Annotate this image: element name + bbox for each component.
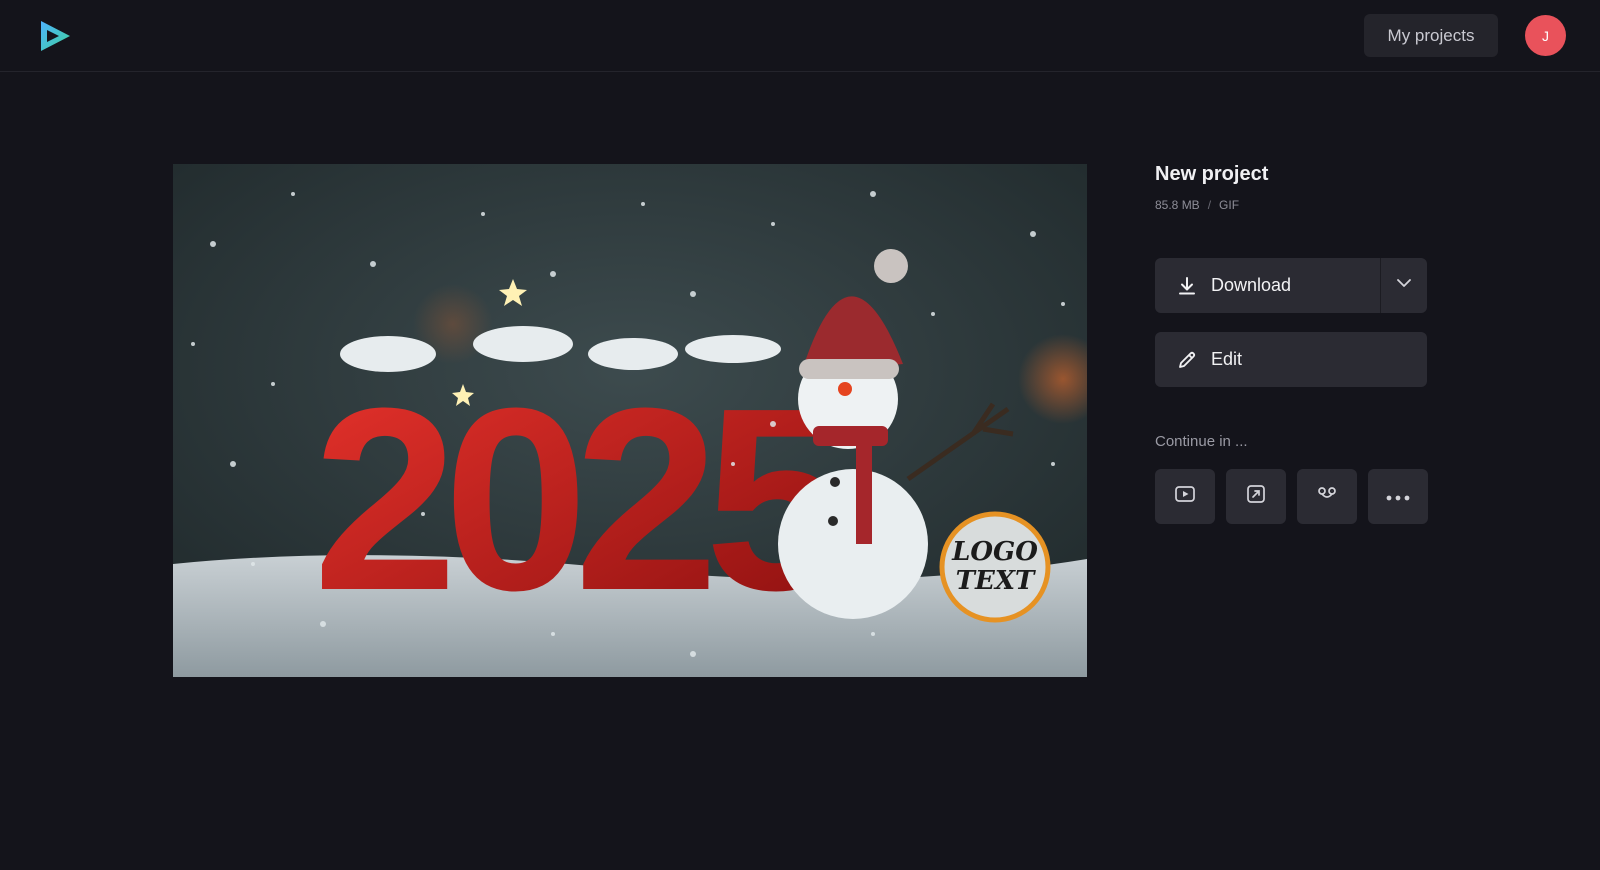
chevron-down-icon xyxy=(1396,275,1412,296)
avatar[interactable]: J xyxy=(1525,15,1566,56)
edit-button[interactable]: Edit xyxy=(1155,332,1427,387)
meta-separator: / xyxy=(1207,198,1212,212)
logo-text-line2: TEXT xyxy=(956,566,1036,596)
download-options-dropdown[interactable] xyxy=(1381,258,1427,313)
youtube-play-icon xyxy=(1174,483,1196,510)
continue-youtube-button[interactable] xyxy=(1155,469,1215,524)
project-meta: 85.8 MB / GIF xyxy=(1155,198,1239,212)
download-label: Download xyxy=(1211,275,1292,295)
linked-nodes-icon xyxy=(1316,483,1338,510)
download-button[interactable]: Download xyxy=(1155,258,1381,313)
play-triangle-logo-icon[interactable] xyxy=(36,17,74,55)
continue-nodes-button[interactable] xyxy=(1297,469,1357,524)
download-button-group: Download xyxy=(1155,258,1427,313)
download-icon xyxy=(1177,276,1197,296)
digits-2025: 2025 xyxy=(313,355,843,645)
logo-text-line1: LOGO xyxy=(951,537,1038,567)
file-format: GIF xyxy=(1219,198,1240,212)
continue-in-options xyxy=(1155,469,1428,524)
project-title: New project xyxy=(1155,163,1269,185)
edit-label: Edit xyxy=(1211,349,1243,369)
file-size: 85.8 MB xyxy=(1155,198,1200,212)
continue-more-button[interactable] xyxy=(1368,469,1428,524)
continue-in-label: Continue in ... xyxy=(1155,433,1248,450)
pencil-icon xyxy=(1177,350,1197,370)
my-projects-button[interactable]: My projects xyxy=(1364,14,1498,57)
resize-frame-icon xyxy=(1245,483,1267,510)
top-bar: My projects J xyxy=(0,0,1600,72)
continue-resize-button[interactable] xyxy=(1226,469,1286,524)
more-dots-icon xyxy=(1386,488,1410,506)
project-preview-image[interactable]: 2025 LOGO TEXT xyxy=(173,164,1087,677)
